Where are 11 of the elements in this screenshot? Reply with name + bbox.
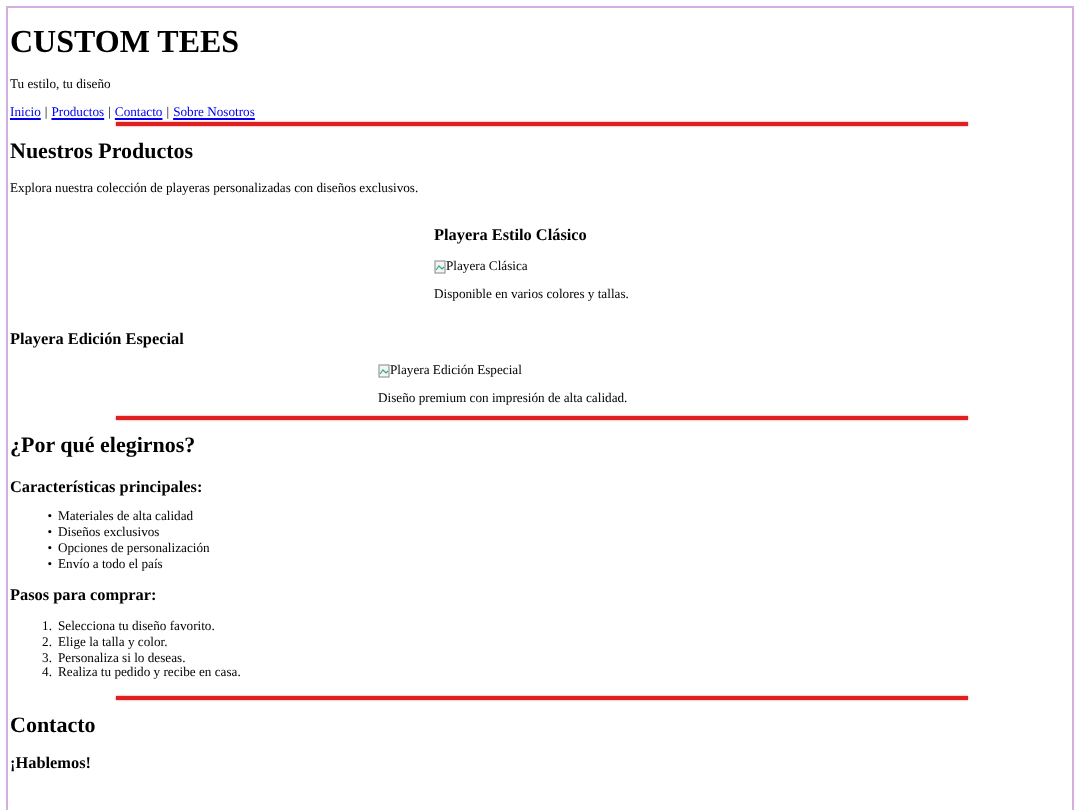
product-title: Playera Estilo Clásico [434,226,589,246]
subsection-heading: Características principales: [10,477,205,497]
section-heading: Nuestros Productos [10,140,196,167]
subsection-heading: Pasos para comprar: [10,586,159,607]
product-title: Playera Edición Especial [10,329,186,350]
subsection-heading: ¡Hablemos! [10,754,93,774]
broken-image-icon [378,364,390,379]
site-title: CUSTOM TEES [10,24,242,63]
section-heading: Contacto [10,713,98,741]
section-heading: ¿Por qué elegirnos? [10,434,198,462]
broken-image-icon [434,260,446,275]
